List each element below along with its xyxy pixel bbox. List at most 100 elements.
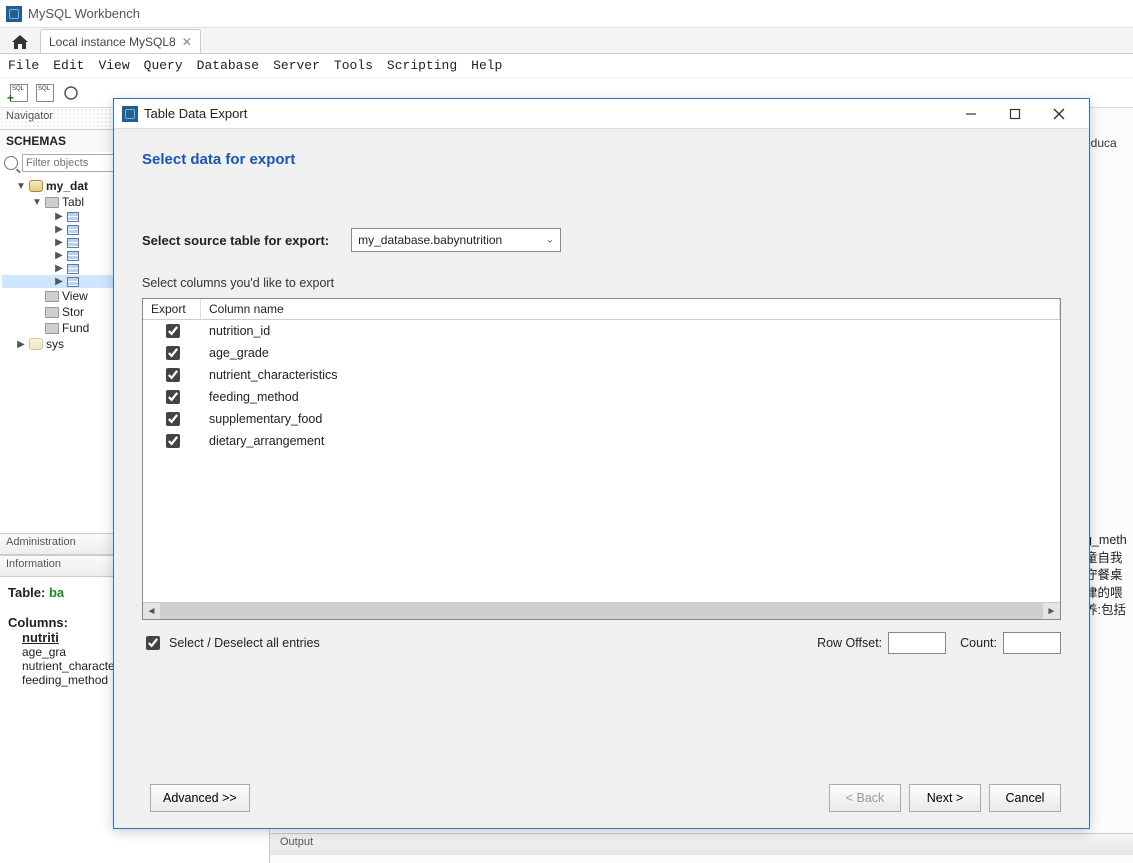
administration-label: Administration: [6, 536, 76, 548]
horizontal-scrollbar[interactable]: ◄ ►: [143, 602, 1060, 619]
column-export-checkbox[interactable]: [166, 434, 180, 448]
caret-right-icon: ▶: [16, 339, 26, 350]
column-export-checkbox[interactable]: [166, 368, 180, 382]
tables-label: Tabl: [62, 195, 84, 209]
column-name: nutrition_id: [201, 324, 1060, 338]
caret-down-icon: ▼: [32, 197, 42, 208]
row-offset-label: Row Offset:: [817, 636, 882, 650]
menu-query[interactable]: Query: [144, 58, 183, 73]
app-icon: [6, 6, 22, 22]
count-label: Count:: [960, 636, 997, 650]
column-name: supplementary_food: [201, 412, 1060, 426]
table-prefix: Table:: [8, 585, 45, 600]
table-icon: [67, 277, 79, 287]
menu-edit[interactable]: Edit: [53, 58, 84, 73]
menu-tools[interactable]: Tools: [334, 58, 373, 73]
menu-help[interactable]: Help: [471, 58, 502, 73]
count-input[interactable]: [1003, 632, 1061, 654]
column-export-checkbox[interactable]: [166, 324, 180, 338]
functions-label: Fund: [62, 321, 89, 335]
open-sql-button[interactable]: [34, 82, 56, 104]
column-name: dietary_arrangement: [201, 434, 1060, 448]
tab-strip: Local instance MySQL8 ✕: [0, 28, 1133, 54]
output-label: Output: [280, 836, 313, 848]
column-export-checkbox[interactable]: [166, 390, 180, 404]
scroll-track[interactable]: [160, 603, 1043, 619]
menu-view[interactable]: View: [98, 58, 129, 73]
table-icon: [67, 264, 79, 274]
header-name[interactable]: Column name: [201, 299, 1060, 319]
table-icon: [67, 251, 79, 261]
folder-icon: [45, 307, 59, 318]
menubar: File Edit View Query Database Server Too…: [0, 54, 1133, 78]
dialog-titlebar[interactable]: Table Data Export: [114, 99, 1089, 129]
database-icon: [29, 180, 43, 192]
scroll-left-icon[interactable]: ◄: [143, 603, 160, 620]
information-label: Information: [6, 558, 61, 570]
maximize-button[interactable]: [993, 100, 1037, 128]
column-row[interactable]: supplementary_food: [143, 408, 1060, 430]
select-all-checkbox[interactable]: [146, 636, 160, 650]
column-name: age_grade: [201, 346, 1060, 360]
table-icon: [67, 212, 79, 222]
column-export-checkbox[interactable]: [166, 346, 180, 360]
minimize-button[interactable]: [949, 100, 993, 128]
column-row[interactable]: nutrient_characteristics: [143, 364, 1060, 386]
app-title: MySQL Workbench: [28, 6, 140, 21]
wizard-heading: Select data for export: [142, 151, 1061, 168]
table-icon: [67, 225, 79, 235]
column-name: feeding_method: [201, 390, 1060, 404]
source-table-select[interactable]: my_database.babynutrition ⌄: [351, 228, 561, 252]
column-row[interactable]: age_grade: [143, 342, 1060, 364]
caret-right-icon: ▶: [54, 276, 64, 287]
menu-scripting[interactable]: Scripting: [387, 58, 457, 73]
column-export-checkbox[interactable]: [166, 412, 180, 426]
cancel-button[interactable]: Cancel: [989, 784, 1061, 812]
database-icon: [29, 338, 43, 350]
output-panel-header: Output: [270, 833, 1133, 855]
column-row[interactable]: dietary_arrangement: [143, 430, 1060, 452]
column-row[interactable]: feeding_method: [143, 386, 1060, 408]
menu-server[interactable]: Server: [273, 58, 320, 73]
col-name: age_gra: [22, 645, 66, 659]
new-sql-tab-button[interactable]: [8, 82, 30, 104]
search-icon: [4, 156, 18, 170]
table-name: ba: [49, 585, 64, 600]
advanced-button[interactable]: Advanced >>: [150, 784, 250, 812]
caret-right-icon: ▶: [54, 211, 64, 222]
column-name: nutrient_characteristics: [201, 368, 1060, 382]
close-icon[interactable]: ✕: [182, 35, 192, 49]
app-icon: [122, 106, 138, 122]
close-button[interactable]: [1037, 100, 1081, 128]
source-table-row: Select source table for export: my_datab…: [142, 228, 1061, 252]
schema-name: my_dat: [46, 179, 88, 193]
select-all-label: Select / Deselect all entries: [169, 636, 320, 650]
columns-hint: Select columns you'd like to export: [142, 276, 1061, 290]
table-icon: [67, 238, 79, 248]
caret-right-icon: ▶: [54, 224, 64, 235]
tab-label: Local instance MySQL8: [49, 35, 176, 49]
caret-right-icon: ▶: [54, 250, 64, 261]
header-export[interactable]: Export: [143, 299, 201, 319]
caret-right-icon: ▶: [54, 263, 64, 274]
navigator-label: Navigator: [6, 110, 53, 122]
home-icon[interactable]: [8, 31, 32, 53]
columns-table-header: Export Column name: [143, 299, 1060, 320]
connection-tab[interactable]: Local instance MySQL8 ✕: [40, 29, 201, 53]
dialog-body: Select data for export Select source tab…: [114, 129, 1089, 666]
column-row[interactable]: nutrition_id: [143, 320, 1060, 342]
back-button[interactable]: < Back: [829, 784, 901, 812]
source-table-label: Select source table for export:: [142, 233, 329, 248]
bg-text-frag: g_meth 童自我 守餐桌 律的喂 养:包括: [1085, 532, 1133, 620]
col-name: feeding_method: [22, 673, 108, 687]
toolbar-icon[interactable]: [60, 82, 82, 104]
main-titlebar: MySQL Workbench: [0, 0, 1133, 28]
scroll-right-icon[interactable]: ►: [1043, 603, 1060, 620]
next-button[interactable]: Next >: [909, 784, 981, 812]
menu-database[interactable]: Database: [197, 58, 259, 73]
source-table-value: my_database.babynutrition: [358, 233, 502, 247]
folder-icon: [45, 197, 59, 208]
row-offset-input[interactable]: [888, 632, 946, 654]
menu-file[interactable]: File: [8, 58, 39, 73]
caret-right-icon: ▶: [54, 237, 64, 248]
